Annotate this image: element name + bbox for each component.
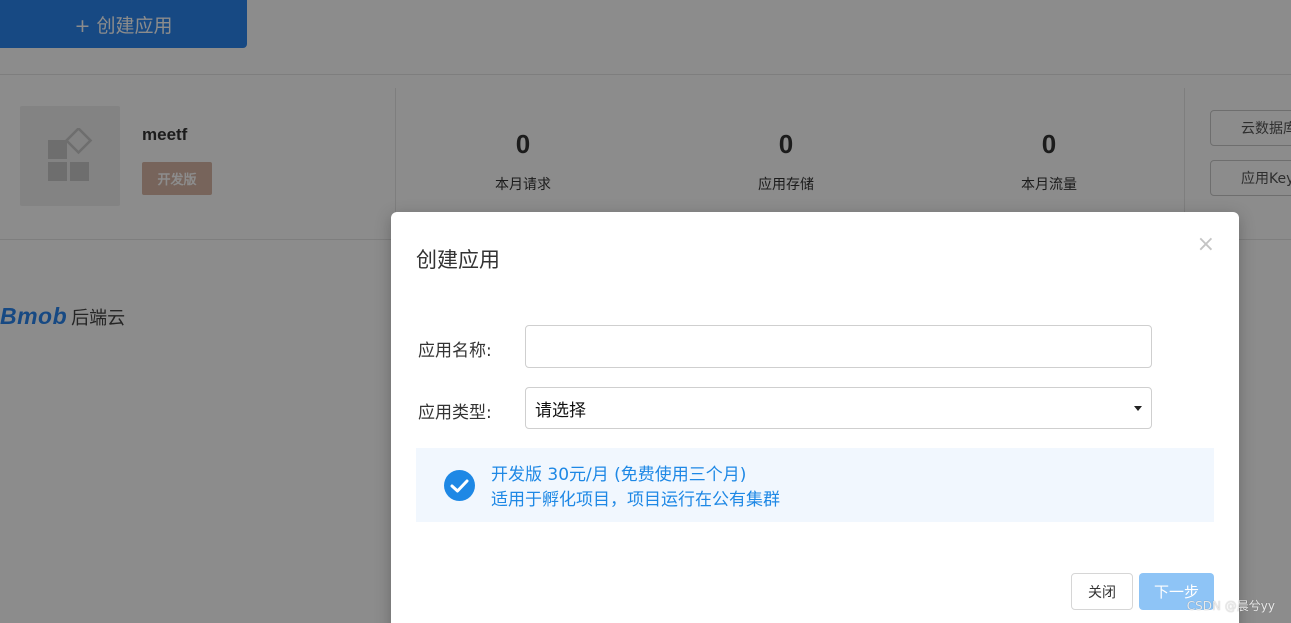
app-type-label: 应用类型: — [418, 403, 492, 423]
plan-description: 适用于孵化项目，项目运行在公有集群 — [491, 490, 780, 510]
close-icon[interactable]: × — [1197, 234, 1215, 256]
select-value: 请选择 — [535, 400, 586, 421]
dialog-title: 创建应用 — [416, 248, 500, 272]
close-button[interactable]: 关闭 — [1071, 573, 1133, 610]
watermark: CSDN @晨兮yy — [1186, 599, 1275, 613]
app-name-input[interactable] — [525, 325, 1152, 368]
app-type-select[interactable]: 请选择 — [525, 387, 1152, 429]
create-app-dialog: 创建应用 × 应用名称: 应用类型: 请选择 开发版 30元/月 (免费使用三个… — [391, 212, 1239, 623]
caret-down-icon — [1134, 406, 1142, 411]
check-circle-icon — [444, 470, 475, 501]
plan-title: 开发版 30元/月 (免费使用三个月) — [491, 465, 747, 485]
plan-option[interactable]: 开发版 30元/月 (免费使用三个月) 适用于孵化项目，项目运行在公有集群 — [416, 448, 1214, 522]
app-name-label: 应用名称: — [418, 341, 492, 361]
